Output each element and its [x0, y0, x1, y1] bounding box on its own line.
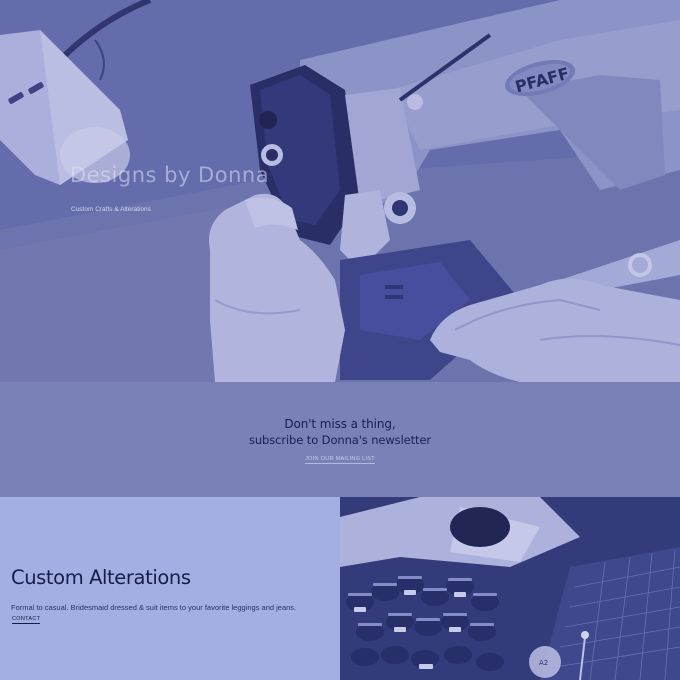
hero-title: Designs by Donna — [70, 163, 270, 187]
alterations-section: Custom Alterations Formal to casual. Bri… — [0, 497, 340, 680]
newsletter-heading-line2: subscribe to Donna's newsletter — [248, 433, 432, 447]
thread-spools-illustration: A2 — [340, 497, 680, 680]
thread-spools-image: A2 — [340, 497, 680, 680]
newsletter-heading-line1: Don't miss a thing, — [284, 417, 396, 431]
alterations-description: Formal to casual. Bridesmaid dressed & s… — [11, 603, 297, 612]
join-mailing-list-link[interactable]: JOIN OUR MAILING LIST — [305, 456, 375, 464]
hero-section: PFAFF Designs by Donna Custom Crafts & A… — [0, 0, 680, 382]
newsletter-section: Don't miss a thing, subscribe to Donna's… — [0, 382, 680, 497]
hero-sewing-machine-image: PFAFF — [0, 0, 680, 382]
contact-link[interactable]: CONTACT — [12, 616, 41, 624]
alterations-heading: Custom Alterations — [11, 566, 191, 589]
hero-subtitle: Custom Crafts & Alterations — [71, 206, 151, 213]
